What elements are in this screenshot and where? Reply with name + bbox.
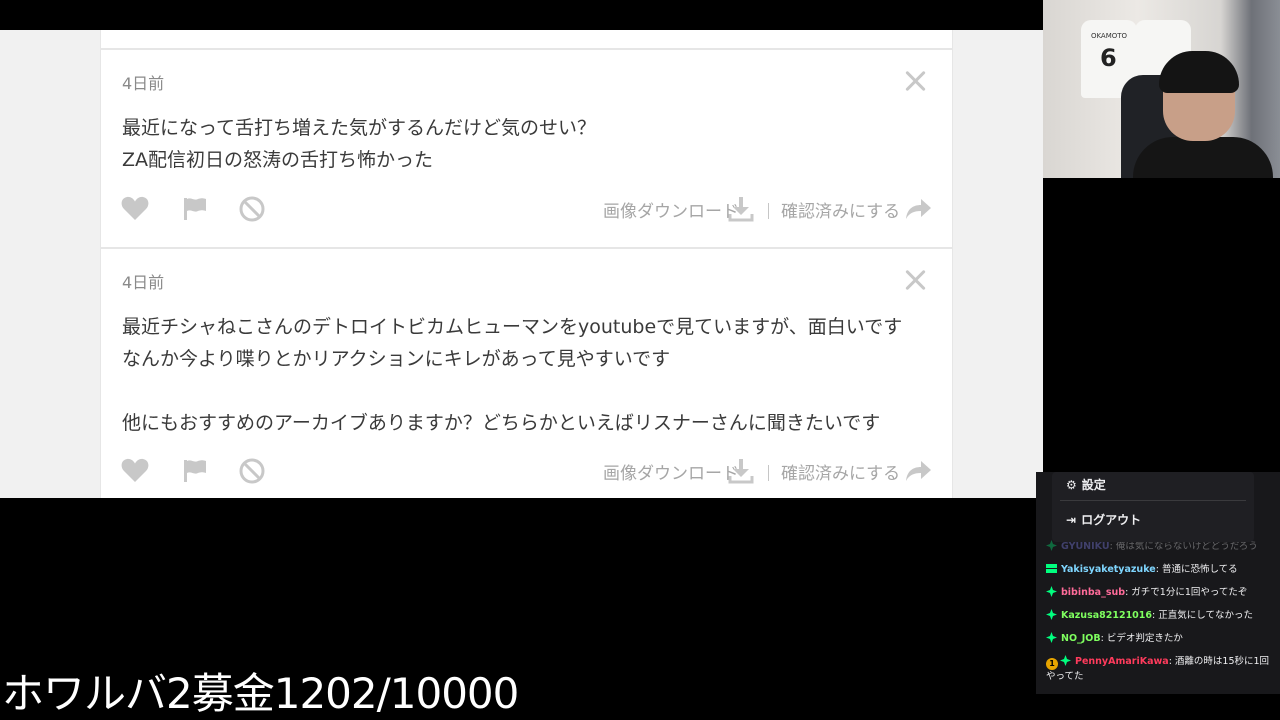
gear-icon: ⚙ bbox=[1066, 477, 1077, 492]
chat-badge-icon bbox=[1046, 586, 1057, 597]
chat-username[interactable]: GYUNIKU bbox=[1061, 541, 1110, 552]
message-body: 最近になって舌打ち増えた気がするんだけど気のせい？ ZA配信初日の怒涛の舌打ち怖… bbox=[122, 112, 902, 176]
chat-username[interactable]: bibinba_sub bbox=[1061, 587, 1125, 598]
mark-confirmed-link[interactable]: 確認済みにする bbox=[781, 459, 900, 484]
chat-badge-icon bbox=[1046, 632, 1057, 643]
action-separator bbox=[768, 203, 769, 219]
download-icon[interactable] bbox=[728, 195, 754, 223]
settings-menu-item[interactable]: ⚙ 設定 bbox=[1066, 476, 1106, 493]
ban-icon[interactable] bbox=[237, 456, 267, 486]
webcam-feed: OKAMOTO 6 bbox=[1043, 0, 1280, 178]
image-download-link[interactable]: 画像ダウンロード bbox=[603, 459, 739, 484]
close-icon[interactable] bbox=[904, 269, 926, 291]
chat-badge-icon bbox=[1046, 563, 1057, 574]
top-black-bar bbox=[0, 0, 1043, 30]
message-card: 4日前 最近チシャねこさんのデトロイトビカムヒューマンをyoutubeで見ていま… bbox=[101, 249, 952, 498]
message-actions: 画像ダウンロード 確認済みにする bbox=[101, 453, 952, 487]
action-separator bbox=[768, 465, 769, 481]
ban-icon[interactable] bbox=[237, 194, 267, 224]
settings-label: 設定 bbox=[1081, 478, 1106, 492]
message-actions: 画像ダウンロード 確認済みにする bbox=[101, 191, 952, 225]
flag-icon[interactable] bbox=[180, 194, 210, 224]
flag-icon[interactable] bbox=[180, 456, 210, 486]
chat-message: 1 PennyAmariKawa: 酒離の時は15秒に1回やってた bbox=[1046, 655, 1270, 682]
message-timestamp: 4日前 bbox=[122, 273, 165, 292]
message-line bbox=[122, 375, 902, 407]
jersey-number: 6 bbox=[1100, 44, 1117, 72]
donation-caption: ホワルバ2募金1202/10000 bbox=[2, 669, 519, 718]
streamer-body bbox=[1133, 137, 1273, 178]
streamer bbox=[1133, 51, 1273, 178]
chat-username[interactable]: Kazusa82121016 bbox=[1061, 610, 1152, 621]
message-card: 4日前 最近になって舌打ち増えた気がするんだけど気のせい？ ZA配信初日の怒涛の… bbox=[101, 50, 952, 247]
chat-message: bibinba_sub: ガチで1分に1回やってたぞ bbox=[1046, 586, 1272, 599]
message-line: 他にもおすすめのアーカイブありますか？どちらかといえばリスナーさんに聞きたいです bbox=[122, 412, 881, 434]
mark-confirmed-link[interactable]: 確認済みにする bbox=[781, 197, 900, 222]
jersey-name-print: OKAMOTO bbox=[1091, 32, 1128, 40]
message-line: 最近になって舌打ち増えた気がするんだけど気のせい？ bbox=[122, 117, 597, 139]
download-icon[interactable] bbox=[728, 457, 754, 485]
close-icon[interactable] bbox=[904, 70, 926, 92]
chat-message: Kazusa82121016: 正直気にしてなかった bbox=[1046, 609, 1272, 622]
chat-message: Yakisyaketyazuke: 普通に恐怖してる bbox=[1046, 563, 1272, 576]
chat-username[interactable]: Yakisyaketyazuke bbox=[1061, 564, 1156, 575]
chat-username[interactable]: NO_JOB bbox=[1061, 633, 1101, 644]
heart-icon[interactable] bbox=[120, 456, 150, 486]
logout-icon: ⇥ bbox=[1066, 512, 1077, 527]
message-line: なんか今より喋りとかリアクションにキレがあって見やすいです bbox=[122, 348, 671, 370]
message-card-previous bbox=[101, 30, 952, 48]
message-line: ZA配信初日の怒涛の舌打ち怖かった bbox=[122, 149, 434, 171]
message-timestamp: 4日前 bbox=[122, 74, 165, 93]
message-body: 最近チシャねこさんのデトロイトビカムヒューマンをyoutubeで見ていますが、面… bbox=[122, 311, 902, 439]
share-arrow-icon[interactable] bbox=[904, 458, 932, 484]
chat-text: ガチで1分に1回やってたぞ bbox=[1131, 587, 1248, 598]
chat-username[interactable]: PennyAmariKawa bbox=[1075, 656, 1169, 667]
marshmallow-page: 4日前 最近になって舌打ち増えた気がするんだけど気のせい？ ZA配信初日の怒涛の… bbox=[0, 30, 1043, 498]
message-line: 最近チシャねこさんのデトロイトビカムヒューマンをyoutubeで見ていますが、面… bbox=[122, 316, 903, 338]
menu-divider bbox=[1060, 500, 1246, 501]
chat-text: ビデオ判定きたか bbox=[1106, 633, 1183, 644]
logout-menu-item[interactable]: ⇥ ログアウト bbox=[1066, 511, 1141, 528]
message-list: 4日前 最近になって舌打ち増えた気がするんだけど気のせい？ ZA配信初日の怒涛の… bbox=[100, 30, 953, 498]
logout-label: ログアウト bbox=[1081, 513, 1142, 527]
chat-text: 普通に恐怖してる bbox=[1161, 564, 1238, 575]
heart-icon[interactable] bbox=[120, 194, 150, 224]
account-menu: ⚙ 設定 ⇥ ログアウト bbox=[1052, 472, 1254, 542]
share-arrow-icon[interactable] bbox=[904, 196, 932, 222]
chat-badge-icon bbox=[1046, 609, 1057, 620]
image-download-link[interactable]: 画像ダウンロード bbox=[603, 197, 739, 222]
streamer-hair bbox=[1159, 51, 1239, 93]
svg-text:OKAMOTO: OKAMOTO bbox=[1091, 32, 1128, 40]
chat-message: NO_JOB: ビデオ判定きたか bbox=[1046, 632, 1272, 645]
chat-badge-icon bbox=[1060, 655, 1071, 666]
chat-text: 俺は気にならないけどどうだろう bbox=[1115, 541, 1258, 552]
subscriber-badge: 1 bbox=[1046, 658, 1058, 670]
chat-text: 正直気にしてなかった bbox=[1158, 610, 1253, 621]
